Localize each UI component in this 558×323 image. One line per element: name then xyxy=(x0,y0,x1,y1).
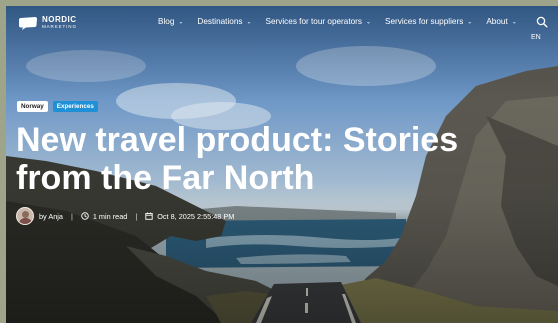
read-time-label: 1 min read xyxy=(92,211,128,221)
nav-item-label: Services for suppliers xyxy=(385,17,464,26)
main-nav: Blog ⌄ Destinations ⌄ Services for tour … xyxy=(158,17,531,26)
author-name[interactable]: by Anja xyxy=(39,212,63,221)
hero-section: NORDIC MARKETING Blog ⌄ Destinations ⌄ S… xyxy=(6,6,558,323)
chevron-down-icon: ⌄ xyxy=(366,19,372,26)
meta-divider: | xyxy=(135,211,138,221)
article-tags: Norway Experiences xyxy=(17,101,98,112)
nav-item-label: Destinations xyxy=(197,17,243,26)
article-title: New travel product: Stories from the Far… xyxy=(16,121,459,197)
nav-item-blog[interactable]: Blog ⌄ xyxy=(158,17,183,26)
chevron-down-icon: ⌄ xyxy=(246,19,252,26)
nav-item-label: Services for tour operators xyxy=(265,17,362,26)
publish-date-label: Oct 8, 2025 2:55:48 PM xyxy=(157,211,235,221)
logo-wordmark: NORDIC MARKETING xyxy=(42,16,77,30)
search-icon[interactable] xyxy=(536,16,548,28)
logo-line-1: NORDIC xyxy=(42,15,77,25)
speech-bubble-logo-icon xyxy=(19,17,37,30)
publish-date: Oct 8, 2025 2:55:48 PM xyxy=(145,212,234,221)
author-avatar xyxy=(16,207,34,225)
nav-item-label: Blog xyxy=(158,17,175,26)
nav-item-suppliers[interactable]: Services for suppliers ⌄ xyxy=(385,17,472,26)
article-meta: by Anja | 1 min read | Oct 8, 2025 2:55:… xyxy=(16,207,234,225)
nav-item-about[interactable]: About ⌄ xyxy=(486,17,516,26)
logo-line-2: MARKETING xyxy=(42,24,77,30)
clock-icon xyxy=(81,212,89,220)
tag-norway[interactable]: Norway xyxy=(17,101,48,112)
site-header: NORDIC MARKETING Blog ⌄ Destinations ⌄ S… xyxy=(6,6,558,41)
meta-divider: | xyxy=(70,211,73,221)
read-time: 1 min read xyxy=(81,212,127,221)
nav-item-label: About xyxy=(486,17,508,26)
chevron-down-icon: ⌄ xyxy=(511,19,517,26)
nav-item-destinations[interactable]: Destinations ⌄ xyxy=(197,17,251,26)
site-logo[interactable]: NORDIC MARKETING xyxy=(18,16,77,30)
chevron-down-icon: ⌄ xyxy=(467,19,473,26)
nav-item-tour-operators[interactable]: Services for tour operators ⌄ xyxy=(266,17,372,26)
chevron-down-icon: ⌄ xyxy=(178,19,184,26)
tag-experiences[interactable]: Experiences xyxy=(52,101,98,112)
language-switcher[interactable]: EN xyxy=(531,34,541,41)
calendar-icon xyxy=(145,212,153,220)
